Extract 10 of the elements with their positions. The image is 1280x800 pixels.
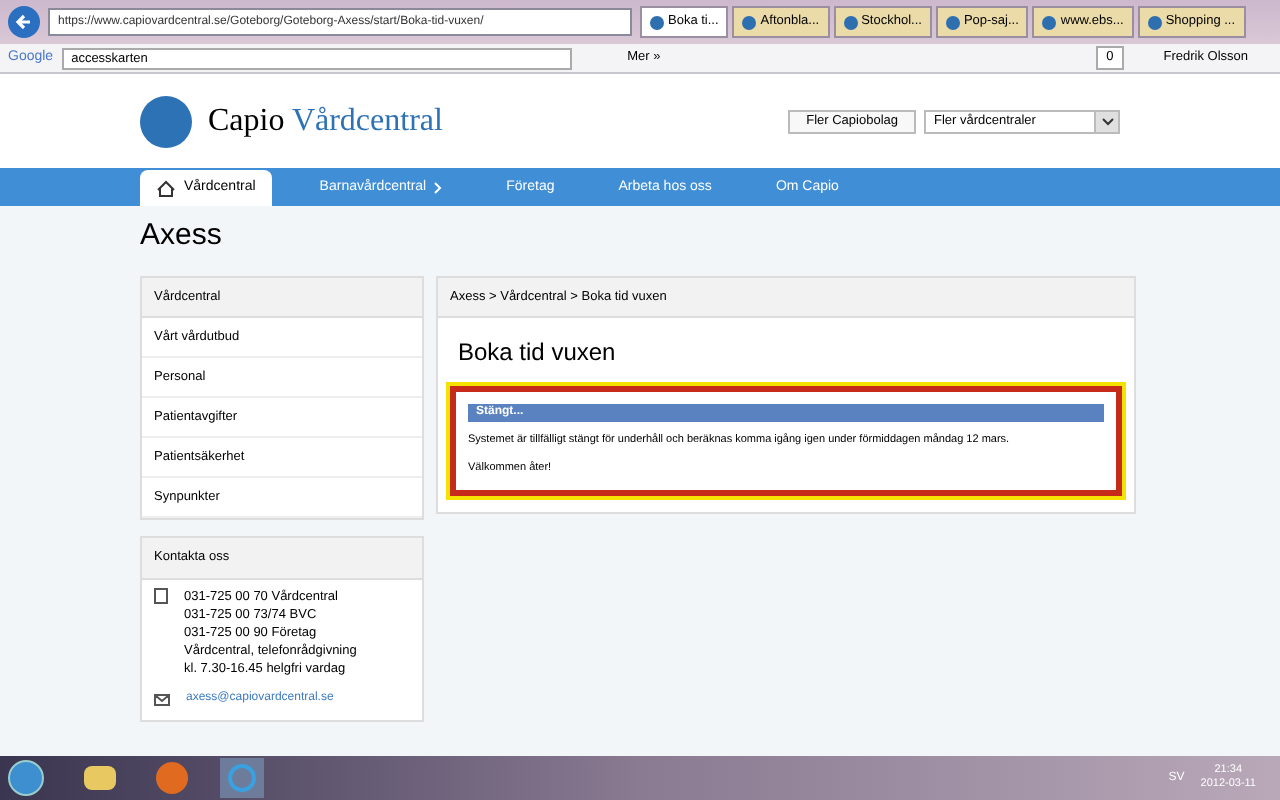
page-heading: Axess xyxy=(140,216,224,256)
folder-icon[interactable] xyxy=(84,766,116,790)
back-button[interactable] xyxy=(8,6,40,38)
home-icon xyxy=(156,179,176,197)
start-button[interactable] xyxy=(8,760,44,796)
envelope-icon xyxy=(154,693,170,705)
dropdown-caret-icon xyxy=(1094,111,1118,131)
site-logo[interactable]: Capio Vårdcentral xyxy=(208,97,443,145)
content-title: Boka tid vuxen xyxy=(456,336,618,371)
back-arrow-icon xyxy=(14,12,34,32)
